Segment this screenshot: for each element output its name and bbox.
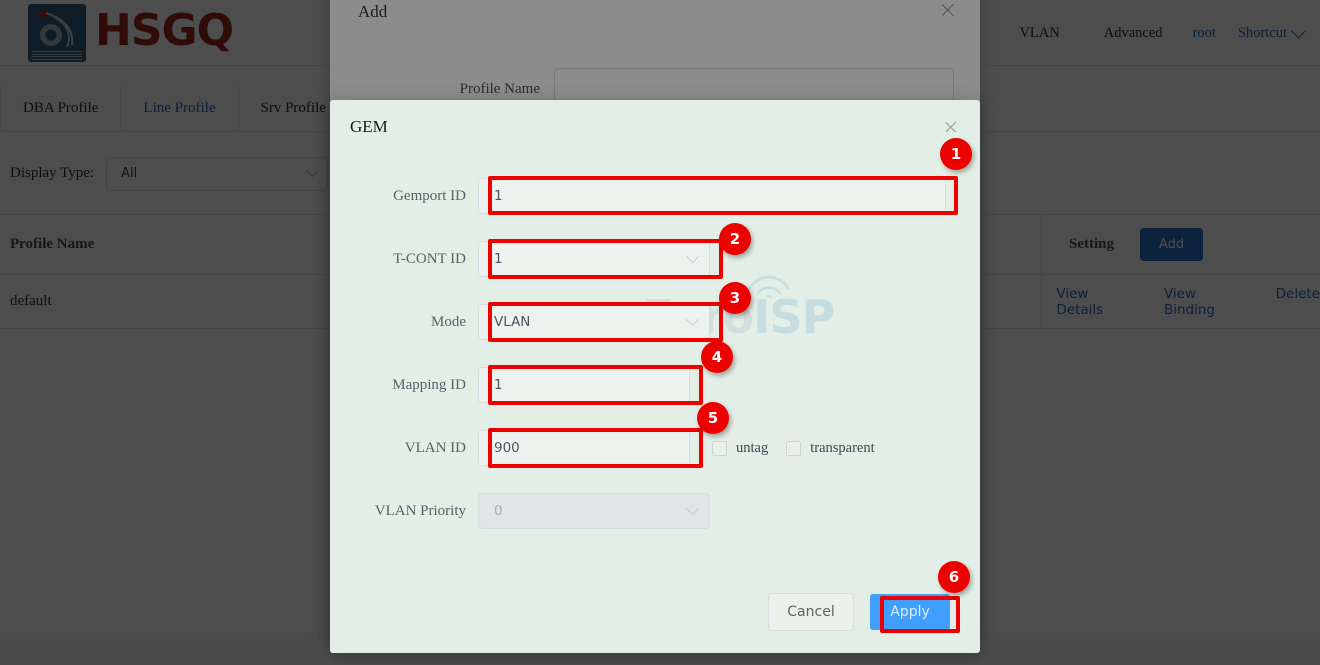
gem-dialog: GEM ForoISP Gemport ID 1 T-CONT ID 1 [330,100,980,653]
vlan-id-value: 900 [494,440,520,456]
tcont-id-label: T-CONT ID [330,251,478,268]
chevron-down-icon [686,502,699,515]
mapping-id-label: Mapping ID [330,377,478,394]
vlan-priority-value: 0 [494,503,503,519]
apply-button[interactable]: Apply [870,594,950,630]
untag-label: untag [736,440,768,457]
chevron-down-icon [686,313,699,326]
gem-row-vlan-priority: VLAN Priority 0 [330,493,980,529]
vlan-checkbox-group: untag transparent [712,440,875,457]
vlan-priority-select: 0 [478,493,710,529]
transparent-checkbox[interactable]: transparent [786,440,874,457]
checkbox-box-icon [712,441,727,456]
gem-row-gemport-id: Gemport ID 1 [330,178,980,214]
vlan-id-label: VLAN ID [330,440,478,457]
screen: HSGQ VLAN Advanced root Shortcut DBA Pro… [0,0,1320,665]
gemport-id-input[interactable]: 1 [478,178,946,214]
chevron-down-icon [686,250,699,263]
untag-checkbox[interactable]: untag [712,440,768,457]
gem-dialog-close-icon[interactable] [942,118,960,136]
tcont-id-select[interactable]: 1 [478,241,710,277]
gemport-id-label: Gemport ID [330,188,478,205]
vlan-priority-label: VLAN Priority [330,503,478,520]
mode-select[interactable]: VLAN [478,304,710,340]
mode-label: Mode [330,314,478,331]
mapping-id-input[interactable]: 1 [478,367,690,403]
wifi-icon [746,274,792,298]
mapping-id-value: 1 [494,377,503,393]
gem-row-tcont-id: T-CONT ID 1 [330,241,980,277]
gem-dialog-footer: Cancel Apply [768,593,950,631]
vlan-id-input[interactable]: 900 [478,430,690,466]
tcont-id-value: 1 [494,251,503,267]
gem-row-vlan-id: VLAN ID 900 untag transparent [330,430,980,466]
checkbox-box-icon [786,441,801,456]
gem-dialog-title: GEM [350,117,388,137]
gem-row-mode: Mode VLAN [330,304,980,340]
cancel-button[interactable]: Cancel [768,593,854,631]
gemport-id-value: 1 [494,188,503,204]
transparent-label: transparent [810,440,874,457]
mode-value: VLAN [494,314,530,330]
gem-row-mapping-id: Mapping ID 1 [330,367,980,403]
